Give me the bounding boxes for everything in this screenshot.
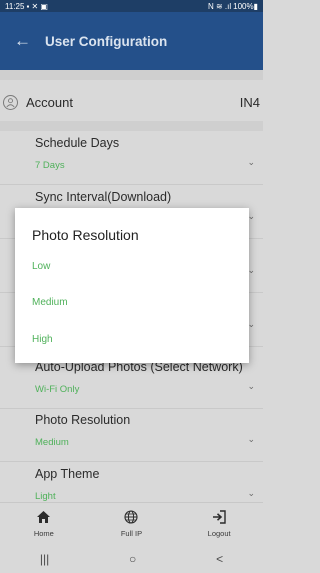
photo-resolution-dialog: Photo Resolution Low Medium High (15, 208, 249, 363)
option-high[interactable]: High (32, 334, 53, 345)
option-low[interactable]: Low (32, 261, 50, 272)
dialog-title: Photo Resolution (32, 227, 139, 243)
option-medium[interactable]: Medium (32, 297, 68, 308)
